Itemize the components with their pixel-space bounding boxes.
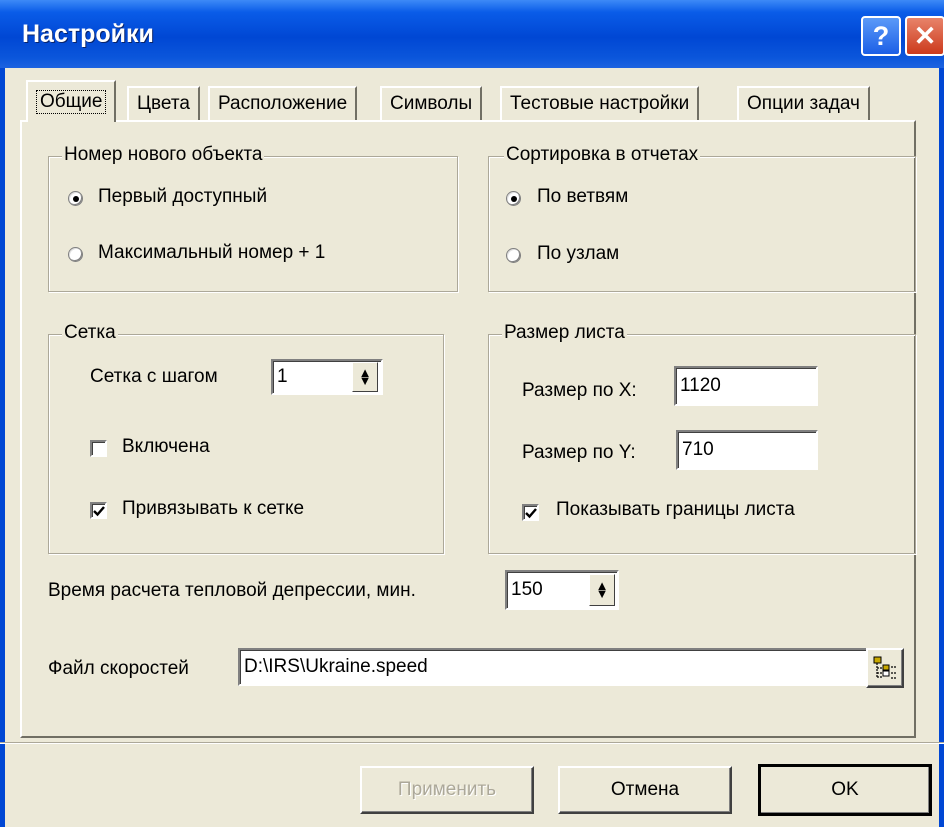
grid-snap-checkbox[interactable] (90, 502, 107, 519)
radio-max-number[interactable] (68, 247, 83, 262)
new-object-legend: Номер нового объекта (62, 144, 265, 166)
tab-general[interactable]: Общие (26, 80, 117, 122)
new-object-group (48, 156, 458, 292)
tab-colors-label: Цвета (137, 93, 190, 114)
radio-first-available-label[interactable]: Первый доступный (98, 186, 267, 208)
browse-button[interactable] (866, 648, 904, 688)
window-title: Настройки (22, 20, 154, 48)
grid-step-value: 1 (277, 366, 288, 387)
tab-task-options[interactable]: Опции задач (737, 86, 870, 120)
tab-layout-label: Расположение (218, 93, 348, 114)
heat-time-label: Время расчета тепловой депрессии, мин. (48, 580, 416, 601)
report-sort-legend: Сортировка в отчетах (504, 144, 701, 166)
tab-symbols[interactable]: Символы (380, 86, 483, 120)
checkmark-icon (524, 507, 537, 518)
sheet-y-value: 710 (682, 439, 714, 460)
ok-button[interactable]: OK (758, 764, 932, 816)
heat-time-spinner[interactable]: ▲ ▼ (589, 574, 615, 606)
radio-dot (510, 195, 517, 202)
radio-by-nodes[interactable] (506, 248, 521, 263)
heat-time-value: 150 (511, 579, 543, 600)
grid-snap-label[interactable]: Привязывать к сетке (122, 498, 304, 520)
spin-down-icon[interactable]: ▼ (596, 587, 609, 600)
close-button[interactable]: ✕ (905, 16, 944, 56)
help-button[interactable]: ? (861, 16, 901, 56)
radio-dot (72, 195, 79, 202)
grid-step-spinner[interactable]: ▲ ▼ (352, 362, 378, 392)
speed-file-input[interactable]: D:\IRS\Ukraine.speed (238, 648, 868, 686)
sheet-borders-label[interactable]: Показывать границы листа (556, 499, 795, 521)
tab-symbols-label: Символы (390, 93, 473, 114)
report-sort-group (488, 156, 916, 292)
grid-enabled-label[interactable]: Включена (122, 436, 210, 458)
grid-enabled-checkbox[interactable] (90, 440, 107, 457)
button-separator (0, 742, 944, 744)
grid-step-label: Сетка с шагом (90, 366, 218, 387)
tab-test-settings-label: Тестовые настройки (510, 93, 690, 114)
spin-down-icon[interactable]: ▼ (359, 374, 372, 387)
tab-test-settings[interactable]: Тестовые настройки (500, 86, 700, 120)
apply-button[interactable]: Применить (360, 766, 534, 814)
tab-general-label: Общие (36, 90, 107, 114)
grid-legend: Сетка (62, 322, 118, 344)
speed-file-value: D:\IRS\Ukraine.speed (244, 656, 428, 677)
radio-by-branches-label[interactable]: По ветвям (537, 186, 628, 208)
sheet-y-input[interactable]: 710 (676, 430, 818, 470)
window-frame-left (0, 68, 5, 827)
tab-colors[interactable]: Цвета (127, 86, 200, 120)
radio-by-branches[interactable] (506, 191, 521, 206)
radio-by-nodes-label[interactable]: По узлам (537, 243, 619, 265)
tree-browse-icon (873, 656, 896, 679)
sheet-size-legend: Размер листа (502, 322, 627, 344)
radio-max-number-label[interactable]: Максимальный номер + 1 (98, 242, 325, 264)
tab-layout[interactable]: Расположение (208, 86, 358, 120)
sheet-borders-checkbox[interactable] (522, 504, 539, 521)
speed-file-label: Файл скоростей (48, 658, 189, 679)
sheet-x-value: 1120 (680, 375, 721, 396)
tab-task-options-label: Опции задач (747, 93, 860, 114)
checkmark-icon (92, 505, 105, 516)
radio-first-available[interactable] (68, 191, 83, 206)
sheet-x-input[interactable]: 1120 (674, 366, 818, 406)
sheet-x-label: Размер по X: (522, 380, 637, 401)
window-frame-right (939, 68, 944, 827)
sheet-y-label: Размер по Y: (522, 442, 636, 463)
cancel-button[interactable]: Отмена (558, 766, 732, 814)
